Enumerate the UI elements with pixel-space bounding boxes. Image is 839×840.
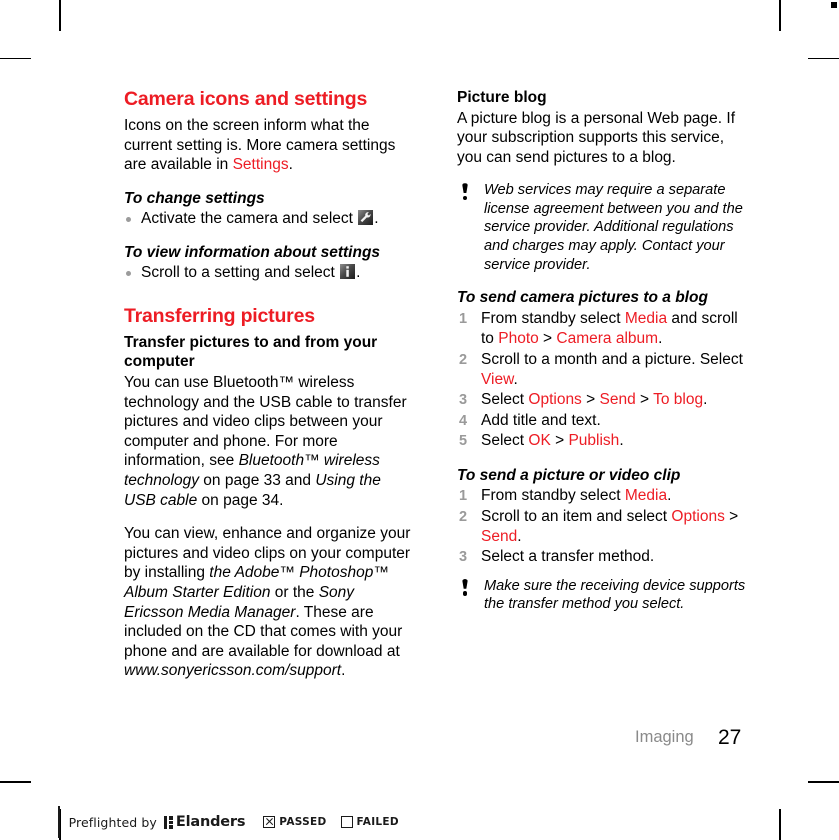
note-text: Make sure the receiving device supports … <box>484 577 746 613</box>
ui-term: Media <box>624 309 668 327</box>
step-text: . <box>619 432 624 450</box>
step-text: Add title and text. <box>481 411 601 429</box>
list-item: Activate the camera and select . <box>124 209 412 229</box>
exclamation-icon <box>461 183 469 201</box>
ui-term: Photo <box>498 330 539 348</box>
ui-term: Send <box>599 391 636 409</box>
ui-term: To blog <box>653 391 704 409</box>
software-text-part2: or the <box>270 583 319 601</box>
preflight-bar: Preflighted by Elanders PASSED FAILED <box>58 806 413 838</box>
step-text: . <box>658 330 663 348</box>
left-column: Camera icons and settings Icons on the s… <box>124 88 412 681</box>
manual-page: Camera icons and settings Icons on the s… <box>0 0 839 840</box>
step-text: Select <box>481 391 529 409</box>
step-text: From standby select <box>481 309 625 327</box>
preflight-status: PASSED FAILED <box>263 816 413 828</box>
elanders-logo-mark <box>163 815 173 829</box>
procedure-change-settings-list: Activate the camera and select . <box>124 209 412 229</box>
elanders-logo: Elanders <box>163 814 246 830</box>
bullet-text-after: . <box>374 210 379 228</box>
settings-reference-link: Settings <box>232 156 289 174</box>
step-item: Scroll to an item and select Options > S… <box>457 507 747 548</box>
preflight-prefix-label: Preflighted by <box>68 814 157 830</box>
ui-term: Send <box>481 527 518 545</box>
ui-term: Media <box>624 487 668 505</box>
step-text: . <box>703 391 708 409</box>
step-text: > <box>581 391 600 409</box>
note-transfer-method: Make sure the receiving device supports … <box>457 577 747 614</box>
step-item: From standby select Media. <box>457 486 747 507</box>
procedure-title-change-settings: To change settings <box>124 189 265 207</box>
subsection-title-picture-blog: Picture blog <box>457 89 547 106</box>
step-text: Scroll to an item and select <box>481 507 672 525</box>
preflight-divider <box>58 806 60 838</box>
picture-blog-paragraph: A picture blog is a personal Web page. I… <box>457 109 736 166</box>
bullet-text-before: Scroll to a setting and select <box>141 264 340 282</box>
step-item: Select OK > Publish. <box>457 431 747 452</box>
failed-label: FAILED <box>356 816 399 828</box>
note-web-services: Web services may require a separate lice… <box>457 181 747 274</box>
step-item: Scroll to a month and a picture. Select … <box>457 350 747 391</box>
passed-checkbox[interactable] <box>263 816 276 828</box>
step-item: Select a transfer method. <box>457 547 747 568</box>
step-text: . <box>513 370 518 388</box>
passed-label: PASSED <box>279 816 327 828</box>
bullet-text-after: . <box>356 264 361 282</box>
software-text-part4: . <box>341 662 346 680</box>
step-text: > <box>538 330 557 348</box>
step-text: Select <box>481 432 529 450</box>
step-text: > <box>724 507 739 525</box>
procedure-view-info-list: Scroll to a setting and select . <box>124 263 412 283</box>
procedure-title-send-picture-or-video: To send a picture or video clip <box>457 466 681 484</box>
procedure-title-view-information: To view information about settings <box>124 243 381 261</box>
subsection-title-transfer-pictures: Transfer pictures to and from your compu… <box>124 333 378 371</box>
ui-term: Publish <box>568 432 620 450</box>
section-title-transferring-pictures: Transferring pictures <box>124 304 315 327</box>
step-item: From standby select Media and scroll to … <box>457 309 747 350</box>
exclamation-icon <box>461 578 469 597</box>
note-text: Web services may require a separate lice… <box>484 182 743 273</box>
procedure-title-send-to-blog: To send camera pictures to a blog <box>457 289 708 307</box>
list-item: Scroll to a setting and select . <box>124 263 412 283</box>
ui-term: Camera album <box>556 330 659 348</box>
ui-term: OK <box>528 432 551 450</box>
step-text: > <box>550 432 569 450</box>
step-text: From standby select <box>481 487 625 505</box>
transfer-paragraph: You can use Bluetooth™ wireless technolo… <box>124 373 412 510</box>
step-text: . <box>517 527 522 545</box>
info-icon <box>340 264 356 280</box>
page-number: 27 <box>718 726 742 749</box>
bullet-text-before: Activate the camera and select <box>141 210 358 228</box>
ui-term: Options <box>671 507 725 525</box>
camera-icons-intro-paragraph: Icons on the screen inform what the curr… <box>124 116 412 175</box>
intro-text-part2: . <box>288 156 293 174</box>
ui-term: View <box>481 370 514 388</box>
procedure-send-picture-steps: From standby select Media. Scroll to an i… <box>457 486 747 568</box>
step-text: > <box>635 391 654 409</box>
failed-checkbox[interactable] <box>340 816 353 828</box>
elanders-logo-text: Elanders <box>175 814 246 830</box>
transfer-text-part2: on page 33 and <box>198 471 316 489</box>
procedure-send-to-blog-steps: From standby select Media and scroll to … <box>457 309 747 452</box>
step-text: Select a transfer method. <box>481 548 655 566</box>
right-column: Picture blog A picture blog is a persona… <box>457 88 747 614</box>
step-text: . <box>667 487 672 505</box>
section-title-camera-icons: Camera icons and settings <box>124 88 368 110</box>
step-item: Add title and text. <box>457 411 747 432</box>
support-website-url: www.sonyericsson.com/support <box>124 662 342 680</box>
wrench-settings-icon <box>358 210 374 226</box>
ui-term: Options <box>528 391 582 409</box>
step-text: Scroll to a month and a picture. Select <box>481 350 743 368</box>
step-item: Select Options > Send > To blog. <box>457 390 747 411</box>
footer-chapter-name: Imaging <box>635 728 694 746</box>
transfer-text-part3: on page 34. <box>197 491 284 509</box>
software-paragraph: You can view, enhance and organize your … <box>124 524 412 681</box>
